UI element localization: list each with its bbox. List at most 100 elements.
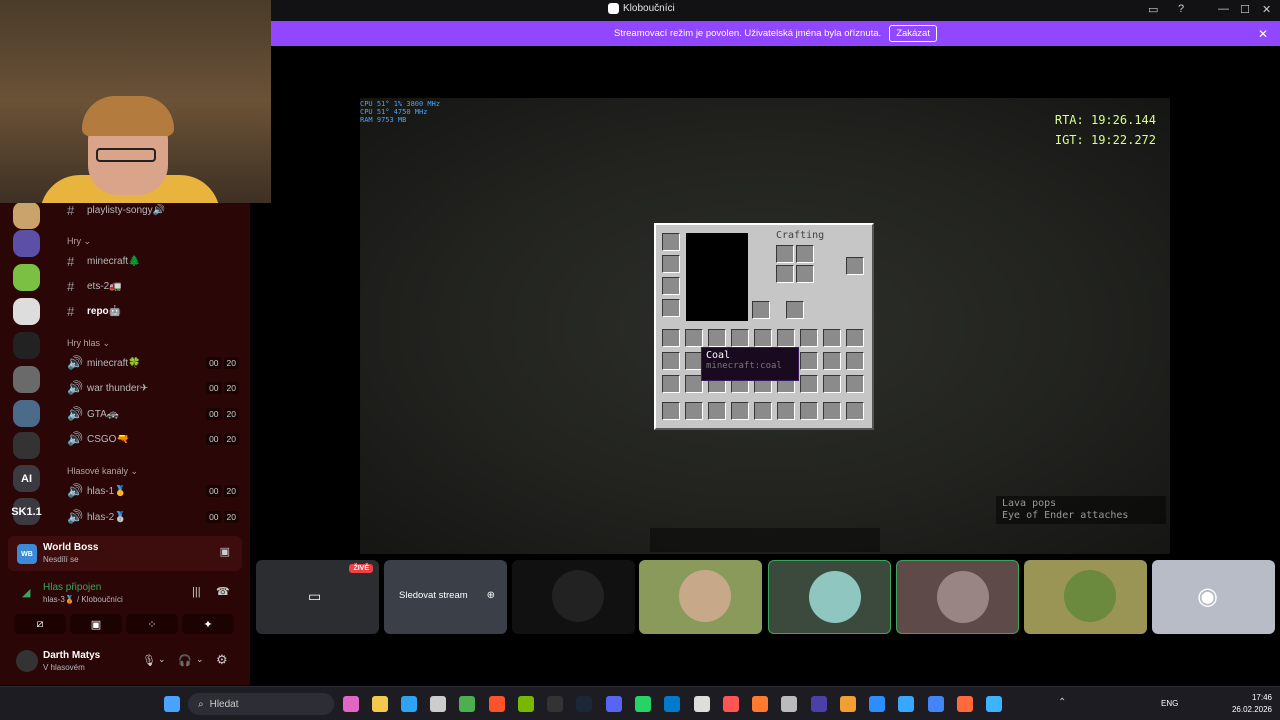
noise-suppression-icon[interactable]: ||| (192, 586, 201, 598)
channel-name: ets-2🚛 (87, 280, 122, 292)
brave-icon[interactable] (489, 696, 505, 712)
app-icon[interactable] (840, 696, 856, 712)
share-screen-icon[interactable]: ▣ (220, 545, 230, 558)
maximize-button[interactable]: ☐ (1240, 3, 1250, 16)
speaker-icon: 🔊 (67, 380, 84, 395)
disable-streamer-mode-button[interactable]: Zakázat (889, 25, 937, 42)
voice-channel[interactable]: 🔊 minecraft🍀 00 20 (67, 353, 239, 373)
inbox-icon[interactable]: ▭ (1148, 3, 1158, 16)
minimize-button[interactable]: — (1218, 3, 1229, 15)
avatar[interactable] (16, 650, 38, 672)
text-channel[interactable]: # playlisty-songy🔊 (67, 200, 239, 220)
text-channel[interactable]: # minecraft🌲 (67, 251, 239, 271)
rta-timer: RTA: 19:26.144 (1054, 113, 1156, 127)
participant-tile-speaking[interactable] (768, 560, 891, 634)
edge-icon[interactable] (401, 696, 417, 712)
category-hry-hlas[interactable]: Hry hlas ⌄ (67, 338, 110, 349)
server-icon[interactable] (13, 298, 40, 325)
app-icon[interactable] (898, 696, 914, 712)
server-icon[interactable] (13, 366, 40, 393)
file-explorer-icon[interactable] (372, 696, 388, 712)
category-label: Hry hlas (67, 338, 101, 348)
app-icon[interactable] (986, 696, 1002, 712)
start-icon[interactable] (164, 696, 180, 712)
username[interactable]: Darth Matys (43, 650, 100, 661)
app-icon[interactable] (869, 696, 885, 712)
participant-tile[interactable] (512, 560, 635, 634)
copilot-icon[interactable] (343, 696, 359, 712)
avatar (552, 570, 604, 622)
tray-chevron-icon[interactable]: ⌃ (1058, 697, 1066, 708)
activities-button[interactable]: ⁘ (126, 614, 178, 634)
stream-view[interactable]: CPU 51° 1% 3800 MHz CPU 51° 4750 MHz RAM… (360, 98, 1170, 554)
steam-icon[interactable] (576, 696, 592, 712)
subtitle-line: Eye of Ender attaches (1002, 510, 1129, 521)
stream-tile[interactable]: ŽIVĚ ▭ (256, 560, 379, 634)
channel-list: # playlisty-songy🔊 Hry ⌄ # minecraft🌲 # … (54, 200, 250, 530)
user-count: 00 (206, 408, 222, 420)
speaker-icon: 🔊 (67, 509, 84, 524)
inventory-slot (823, 329, 841, 347)
app-icon[interactable] (811, 696, 827, 712)
watch-stream-icon[interactable]: ⊕ (487, 590, 495, 601)
server-icon[interactable] (13, 230, 40, 257)
camera-off-button[interactable]: ⧄ (14, 614, 66, 634)
server-ai[interactable]: AI (13, 465, 40, 492)
voice-channel[interactable]: 🔊 hlas-2🥈 00 20 (67, 507, 239, 527)
voice-channel[interactable]: 🔊 CSGO🔫 00 20 (67, 429, 239, 449)
settings-gear-icon[interactable]: ⚙ (216, 652, 228, 668)
category-hry[interactable]: Hry ⌄ (67, 236, 91, 247)
epic-games-icon[interactable] (547, 696, 563, 712)
server-sk[interactable]: SK1.1 (11, 498, 42, 525)
app-icon[interactable] (752, 696, 768, 712)
server-icon[interactable] (13, 264, 40, 291)
participant-tile[interactable] (639, 560, 762, 634)
clock[interactable]: 17:46 26.02.2026 (1232, 692, 1272, 716)
server-icon[interactable] (13, 332, 40, 359)
share-screen-button[interactable]: ▣ (70, 614, 122, 634)
vscode-icon[interactable] (664, 696, 680, 712)
voice-status-panel: ◢ Hlas připojen hlas-3🥉 / Kloboučníci ||… (8, 576, 242, 636)
minecraft-icon[interactable] (459, 696, 475, 712)
help-icon[interactable]: ? (1178, 3, 1184, 15)
app-icon[interactable] (723, 696, 739, 712)
signal-icon[interactable]: ◢ (22, 586, 30, 599)
voice-channel[interactable]: 🔊 GTA🚓 00 20 (67, 404, 239, 424)
soundboard-button[interactable]: ✦ (182, 614, 234, 634)
activity-panel[interactable]: WB World Boss Nesdílí se ▣ (8, 536, 242, 571)
language-indicator[interactable]: ENG (1161, 699, 1178, 708)
headphones-icon[interactable]: 🎧 (178, 654, 192, 667)
webcam-hair (82, 96, 174, 136)
watch-stream-label[interactable]: Sledovat stream (399, 590, 468, 601)
app-icon[interactable] (957, 696, 973, 712)
close-banner-icon[interactable]: ✕ (1258, 27, 1268, 41)
discord-icon[interactable] (606, 696, 622, 712)
voice-channel[interactable]: 🔊 war thunder✈ 00 20 (67, 378, 239, 398)
voice-channel[interactable]: 🔊 hlas-1🥇 00 20 (67, 481, 239, 501)
server-icon[interactable] (13, 202, 40, 229)
text-channel-active[interactable]: # repo🤖 (67, 301, 239, 321)
nvidia-icon[interactable] (518, 696, 534, 712)
live-badge: ŽIVĚ (349, 564, 373, 573)
chevron-down-icon[interactable]: ⌄ (196, 654, 204, 665)
category-hlasove[interactable]: Hlasové kanály ⌄ (67, 466, 138, 477)
app-icon[interactable] (694, 696, 710, 712)
armor-slot (662, 277, 680, 295)
participant-tile[interactable]: ◉ (1152, 560, 1275, 634)
server-icon[interactable] (13, 432, 40, 459)
search-box[interactable]: ⌕ Hledat (188, 693, 334, 715)
microphone-icon[interactable]: 🎙 (142, 654, 156, 667)
server-icon[interactable] (13, 400, 40, 427)
app-icon[interactable] (781, 696, 797, 712)
voice-channel-path[interactable]: hlas-3🥉 / Kloboučníci (43, 595, 123, 604)
participant-tile-speaking[interactable] (896, 560, 1019, 634)
chrome-icon[interactable] (928, 696, 944, 712)
chevron-down-icon[interactable]: ⌄ (158, 654, 166, 665)
store-icon[interactable] (430, 696, 446, 712)
stream-tile[interactable]: Sledovat stream ⊕ (384, 560, 507, 634)
text-channel[interactable]: # ets-2🚛 (67, 276, 239, 296)
participant-tile[interactable] (1024, 560, 1147, 634)
whatsapp-icon[interactable] (635, 696, 651, 712)
disconnect-icon[interactable]: ☎ (216, 585, 230, 598)
close-window-button[interactable]: ✕ (1262, 3, 1271, 16)
